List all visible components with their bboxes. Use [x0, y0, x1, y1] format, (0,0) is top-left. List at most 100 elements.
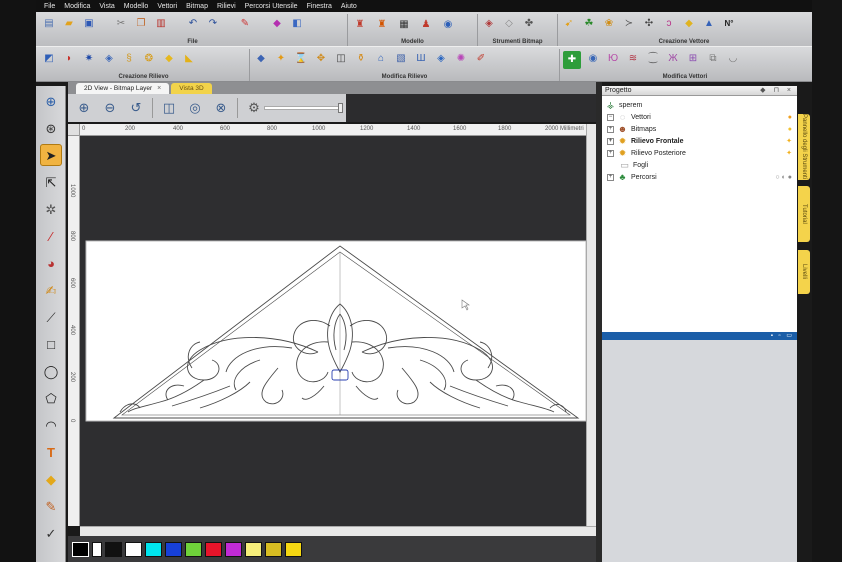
relief-spin-icon[interactable]: §	[121, 51, 137, 67]
tab-2d-view[interactable]: 2D View - Bitmap Layer ×	[76, 83, 170, 94]
bitmap-tool-1-icon[interactable]: ◈	[481, 16, 497, 32]
relief-edit-11-icon[interactable]: ✺	[453, 51, 469, 67]
vector-join-icon[interactable]: ⧉	[705, 51, 721, 67]
vector-trace-icon[interactable]: ❀	[601, 16, 617, 32]
zoom-area-icon[interactable]: ⊗	[211, 98, 231, 118]
color-swatch[interactable]	[72, 541, 89, 557]
relief-swept-icon[interactable]: ◗	[61, 51, 77, 67]
zoom-slider-knob[interactable]	[338, 103, 343, 113]
open-folder-icon[interactable]: ▰	[61, 16, 77, 32]
menu-finestra[interactable]: Finestra	[307, 3, 332, 10]
color-swatch[interactable]	[185, 541, 202, 557]
menu-rilievi[interactable]: Rilievi	[217, 3, 236, 10]
relief-extrude-icon[interactable]: ◈	[101, 51, 117, 67]
paste-icon[interactable]: ▥	[153, 16, 169, 32]
relief-edit-8-icon[interactable]: ▧	[393, 51, 409, 67]
model-shading-icon[interactable]: ♟	[417, 16, 435, 34]
menu-aiuto[interactable]: Aiuto	[341, 3, 357, 10]
zoom-slider[interactable]	[264, 103, 343, 113]
expand-toggle[interactable]: −	[607, 113, 614, 121]
bitmap-tool-2-icon[interactable]: ◇	[501, 16, 517, 32]
bitmap-tool-3-icon[interactable]: ✤	[521, 16, 537, 32]
tree-item-rilievo-frontale[interactable]: + ✹ Rilievo Frontale ✦	[602, 135, 797, 147]
zoom-page-icon[interactable]: ◫	[159, 98, 179, 118]
relief-edit-6-icon[interactable]: ⚱	[353, 51, 369, 67]
zoom-previous-icon[interactable]: ↺	[126, 98, 146, 118]
color-swatch[interactable]	[105, 541, 122, 557]
undo-icon[interactable]: ↶	[185, 16, 201, 32]
redo-icon[interactable]: ↷	[205, 16, 221, 32]
tree-item-vettori[interactable]: − ◌ Vettori ●	[602, 111, 797, 123]
color-swatch[interactable]	[125, 541, 142, 557]
zoom-in-icon[interactable]: ⊕	[74, 98, 94, 118]
tree-item-percorsi[interactable]: + ♣ Percorsi ○ ◐ ●	[602, 171, 797, 183]
new-file-icon[interactable]: ▤	[41, 16, 57, 32]
model-bear-icon[interactable]: ♜	[351, 16, 369, 34]
tree-root[interactable]: ⚶ sperem	[602, 99, 797, 111]
vector-bezier-icon[interactable]: ≻	[621, 16, 637, 32]
relief-texture-icon[interactable]: ❂	[141, 51, 157, 67]
brush-icon[interactable]: ✍	[40, 279, 62, 301]
vector-mirror-icon[interactable]: Ю	[605, 51, 621, 67]
model-render-icon[interactable]: ▦	[395, 16, 413, 34]
relief-edit-3-icon[interactable]: ⌛	[293, 51, 309, 67]
eraser-icon[interactable]: ◆	[269, 16, 285, 32]
color-swatch[interactable]	[225, 541, 242, 557]
menu-vettori[interactable]: Vettori	[157, 3, 177, 10]
relief-edit-10-icon[interactable]: ◈	[433, 51, 449, 67]
cut-icon[interactable]: ✂	[113, 16, 129, 32]
panel-controls[interactable]: ◆ ⊓ ×	[760, 86, 794, 94]
vector-fill-icon[interactable]: ◆	[681, 16, 697, 32]
ellipse-icon[interactable]: ◯	[40, 360, 62, 382]
measure-icon[interactable]: ✓	[40, 522, 62, 544]
relief-edit-12-icon[interactable]: ✐	[473, 51, 489, 67]
drawing-canvas[interactable]	[80, 136, 587, 526]
vector-select-icon[interactable]: ➹	[561, 16, 577, 32]
vector-align-icon[interactable]: Ж	[665, 51, 681, 67]
model-bear-alt-icon[interactable]: ♜	[373, 16, 391, 34]
color-swatch[interactable]	[265, 541, 282, 557]
color-swatch[interactable]	[145, 541, 162, 557]
tree-item-rilievo-posteriore[interactable]: + ✹ Rilievo Posteriore ✦	[602, 147, 797, 159]
blend-icon[interactable]: ✎	[40, 495, 62, 517]
relief-edit-5-icon[interactable]: ◫	[333, 51, 349, 67]
select-arrow-icon[interactable]: ➤	[40, 144, 62, 166]
save-icon[interactable]: ▣	[81, 16, 97, 32]
layers-icon[interactable]: ◧	[289, 16, 305, 32]
color-swatch[interactable]	[165, 541, 182, 557]
vector-node-icon[interactable]: ☘	[581, 16, 597, 32]
vector-offset-icon[interactable]: ✣	[641, 16, 657, 32]
menu-percorsi-utensile[interactable]: Percorsi Utensile	[245, 3, 298, 10]
relief-edit-1-icon[interactable]: ◆	[253, 51, 269, 67]
arc-icon[interactable]: ◠	[40, 414, 62, 436]
text-tool-icon[interactable]: T	[40, 441, 62, 463]
close-icon[interactable]: ×	[157, 85, 161, 92]
expand-toggle[interactable]: +	[607, 173, 614, 181]
expand-toggle[interactable]: +	[607, 149, 614, 157]
menu-bitmap[interactable]: Bitmap	[186, 3, 208, 10]
vector-curve-icon[interactable]: ↄ	[661, 16, 677, 32]
vector-add-icon[interactable]: ✚	[563, 51, 581, 69]
settings-gear-icon[interactable]: ⚙	[244, 98, 264, 118]
relief-layer-icon[interactable]: ◣	[181, 51, 197, 67]
menu-vista[interactable]: Vista	[99, 3, 114, 10]
color-swatch[interactable]	[285, 541, 302, 557]
expand-toggle[interactable]: +	[607, 137, 614, 145]
transform-icon[interactable]: ✲	[40, 198, 62, 220]
relief-stamp-icon[interactable]: ◆	[161, 51, 177, 67]
color-swatch[interactable]	[92, 541, 102, 557]
zoom-out-icon[interactable]: ⊖	[100, 98, 120, 118]
zoom-fit-icon[interactable]: ◎	[185, 98, 205, 118]
color-swatch[interactable]	[205, 541, 222, 557]
menu-file[interactable]: File	[44, 3, 55, 10]
tab-3d-view[interactable]: Vista 3D	[171, 83, 212, 94]
vector-wave-icon[interactable]: ≋	[625, 51, 641, 67]
edit-icon[interactable]: ✎	[237, 16, 253, 32]
vector-group-icon[interactable]: ⊞	[685, 51, 701, 67]
tree-item-fogli[interactable]: ▭ Fogli	[602, 159, 797, 171]
rectangle-icon[interactable]: □	[40, 333, 62, 355]
relief-star-icon[interactable]: ✷	[81, 51, 97, 67]
side-tab-tutorial[interactable]: Tutorial	[798, 186, 810, 242]
side-tab-livelli[interactable]: Livelli	[798, 250, 810, 294]
vector-extrude-icon[interactable]: ▲	[701, 16, 717, 32]
